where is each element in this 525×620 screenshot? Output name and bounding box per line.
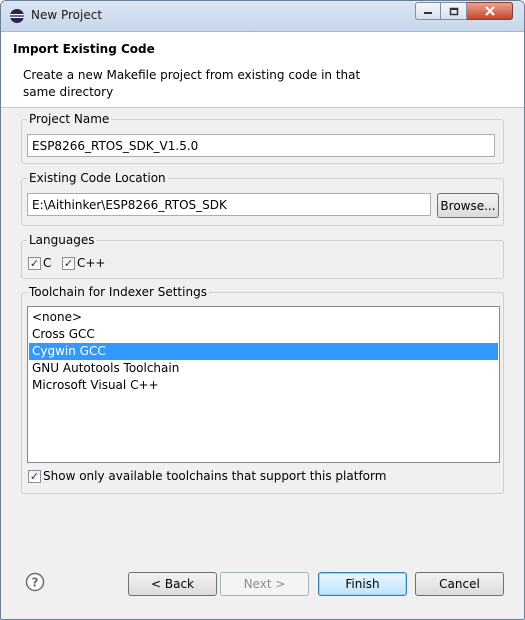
maximize-button[interactable] [441, 2, 467, 20]
languages-label: Languages [27, 233, 97, 247]
finish-button[interactable]: Finish [318, 572, 407, 596]
svg-text:?: ? [32, 576, 39, 590]
new-project-dialog: New Project Import Existing Code Create … [0, 0, 525, 620]
cancel-button[interactable]: Cancel [415, 572, 504, 596]
code-location-label: Existing Code Location [27, 171, 168, 185]
eclipse-logo-icon [10, 9, 24, 23]
language-c-label: C [43, 256, 52, 270]
minimize-icon [424, 12, 432, 14]
language-cpp-label: C++ [77, 256, 106, 270]
close-button[interactable] [467, 2, 513, 20]
next-button[interactable]: Next > [220, 572, 309, 596]
project-name-input[interactable] [27, 134, 495, 157]
window-title: New Project [31, 8, 103, 22]
toolchain-item-cygwin-gcc[interactable]: Cygwin GCC [29, 343, 498, 360]
toolchain-label: Toolchain for Indexer Settings [27, 285, 209, 299]
toolchain-list[interactable]: <none> Cross GCC Cygwin GCC GNU Autotool… [27, 306, 500, 463]
code-location-input[interactable] [27, 193, 431, 216]
browse-button[interactable]: Browse... [437, 193, 499, 218]
toolchain-item-none[interactable]: <none> [29, 309, 498, 326]
show-available-toolchains-checkbox[interactable]: ✓ [28, 470, 41, 483]
show-available-toolchains-label: Show only available toolchains that supp… [43, 469, 387, 483]
back-button[interactable]: < Back [128, 572, 217, 596]
language-c-checkbox[interactable]: ✓ [28, 257, 41, 270]
help-icon[interactable]: ? [25, 572, 45, 592]
project-name-label: Project Name [27, 112, 112, 126]
minimize-button[interactable] [415, 2, 441, 20]
wizard-title: Import Existing Code [13, 42, 155, 56]
toolchain-item-gnu-autotools[interactable]: GNU Autotools Toolchain [29, 360, 498, 377]
toolchain-item-msvc[interactable]: Microsoft Visual C++ [29, 377, 498, 394]
close-icon [484, 6, 495, 16]
wizard-header: Import Existing Code Create a new Makefi… [1, 32, 524, 108]
wizard-description: Create a new Makefile project from exist… [23, 68, 361, 99]
maximize-icon [449, 7, 458, 15]
title-bar[interactable]: New Project [1, 1, 524, 32]
toolchain-item-cross-gcc[interactable]: Cross GCC [29, 326, 498, 343]
language-cpp-checkbox[interactable]: ✓ [62, 257, 75, 270]
